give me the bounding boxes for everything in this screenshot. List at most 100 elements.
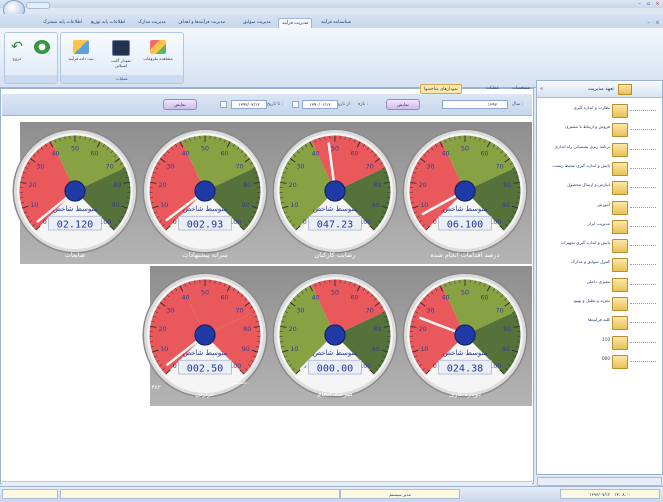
minimize-icon[interactable]: – (635, 1, 644, 7)
show-button-2[interactable]: نمایش (163, 99, 197, 110)
year-input[interactable]: ۱۳۹۳ (442, 100, 508, 109)
gauge-hub (324, 180, 346, 202)
tree-item[interactable]: برنامه ریزی پشتیبانی راه اندازی (540, 141, 658, 159)
gauge-tick-label: 50 (331, 290, 339, 297)
folder-icon (612, 219, 628, 234)
tab-process-id[interactable]: شناسنامه فرآیند (318, 18, 354, 28)
tab-shared-data[interactable]: اطلاعات پایه مشترک (40, 18, 85, 28)
tree-horizontal-scrollbar[interactable] (537, 477, 662, 486)
tree-item[interactable]: آموزش (540, 199, 658, 217)
gauge-tick-label: 10 (420, 202, 428, 209)
summary-button[interactable]: مشاهده ملزومات (143, 38, 173, 72)
tab-records[interactable]: مدیریت سوابق (240, 18, 274, 28)
quick-access-toolbar[interactable] (26, 2, 50, 9)
gauge-tick-label: 0 (173, 363, 177, 370)
folder-icon (612, 277, 628, 292)
gauge-tick-label: 80 (503, 326, 511, 333)
gauge-tick-label: 50 (461, 290, 469, 297)
tab-goals[interactable]: مدیریت فرآیندها و اهداف (175, 18, 228, 28)
tree-connector (630, 245, 656, 247)
ribbon-minimize-icon[interactable]: – (644, 20, 653, 26)
folder-icon (612, 335, 628, 350)
status-box (60, 489, 340, 499)
status-user: مدیر سیستم (340, 489, 460, 499)
gauge-tick-label: 20 (159, 182, 167, 189)
ribbon-close-icon[interactable]: × (653, 20, 662, 26)
gauge-tick-label: 50 (331, 146, 339, 153)
folder-icon (612, 104, 628, 118)
gauge-tick-label: 80 (113, 182, 121, 189)
tree-item[interactable]: کلیه فرآیندها (540, 314, 658, 332)
summary-label: مشاهده ملزومات (143, 56, 173, 61)
tree-item[interactable]: پایش و اندازه گیری تجهیزات (540, 237, 658, 255)
tree-item[interactable]: مدیریت ابزار (540, 218, 658, 236)
gauge-tick-label: 0 (43, 219, 47, 226)
gauge-title: ضایعات (64, 251, 86, 259)
gauge-tick-label: 90 (372, 202, 380, 209)
gauge-tick-label: 50 (201, 290, 209, 297)
gauge-title: دوباره کاری (449, 390, 481, 398)
refresh-button[interactable] (30, 38, 54, 72)
from-date-label: از تاریخ : (336, 102, 353, 107)
calendar-icon[interactable] (292, 101, 299, 108)
title-bar (0, 0, 663, 8)
tab-process-management[interactable]: مدیریت فرآیند (278, 18, 313, 28)
folder-icon (618, 84, 632, 95)
tree-item[interactable]: فروش و ارتباط با مشتری (540, 121, 658, 139)
gauge-tick-label: 40 (442, 150, 450, 157)
restore-icon[interactable]: ▫ (644, 1, 653, 7)
tab-documents[interactable]: مدیریت مدارک (135, 18, 169, 28)
tree-item[interactable]: 110 (540, 334, 658, 352)
tree-connector (630, 283, 656, 285)
calendar-icon[interactable] (220, 101, 227, 108)
show-button[interactable]: نمایش (386, 99, 420, 110)
folder-icon (612, 354, 628, 369)
exit-button[interactable]: ↶ خروج (5, 38, 29, 72)
folder-icon (612, 258, 628, 273)
gauge-tick-label: 20 (29, 182, 37, 189)
gauge-hub (454, 324, 476, 346)
gauge-tick-label: 0 (173, 219, 177, 226)
tree-item[interactable]: انبارش و ارسال محصول (540, 179, 658, 197)
gauge-tick-label: 30 (426, 307, 434, 314)
tree-header[interactable]: تعهد مدیریت « (537, 82, 662, 98)
period-label: بازه : (358, 102, 369, 107)
folder-icon (612, 142, 628, 157)
tree-item-label: 000 (602, 355, 610, 361)
tab-specs[interactable]: مشخصات (509, 84, 533, 94)
tab-distribution[interactable]: اطلاعات پایه توزیع (88, 18, 128, 28)
gauge-tick-label: 30 (36, 163, 44, 170)
tab-operations[interactable]: عملیات (483, 84, 502, 94)
gauge-tick-label: 40 (442, 294, 450, 301)
tree-item[interactable]: 000 (540, 353, 658, 371)
tree-item-label: پایش و اندازه گیری محیط زیست (552, 162, 610, 168)
gauge-caption: متوسط شاخص (183, 349, 228, 357)
tree-item[interactable]: تجزیه و تحلیل و بهبود (540, 295, 658, 313)
close-icon[interactable]: × (653, 1, 662, 7)
tree-connector (630, 148, 656, 150)
tree-connector (630, 225, 656, 227)
gauge-caption: متوسط شاخص (443, 349, 488, 357)
gauge-tick-label: 10 (290, 202, 298, 209)
gauge-tick-label: 60 (350, 150, 358, 157)
tree-item-label: پایش و اندازه گیری تجهیزات (560, 240, 610, 246)
gauge-tick-label: 40 (312, 150, 320, 157)
tree-item[interactable]: ممیزی داخلی (540, 276, 658, 294)
folder-icon (612, 297, 628, 311)
group-label: عملیات (61, 75, 183, 83)
tab-indicator-charts[interactable]: نمودارهای شاخصها (420, 84, 462, 94)
collapse-icon[interactable]: « (540, 86, 543, 92)
from-date-input[interactable]: ۱۳۹۰/۰۱/۱۲ (302, 100, 338, 109)
tree-connector (630, 360, 656, 362)
to-date-input[interactable]: ۱۳۹۳/۰۷/۱۲ (231, 100, 267, 109)
tree-item[interactable]: نظارت و اندازه گیری (540, 102, 658, 120)
gauge-tick-label: 70 (496, 307, 504, 314)
tree-connector (630, 341, 656, 343)
chart-button[interactable]: نمودار گانت اسپلاین (106, 38, 136, 72)
gauge-tick-label: 10 (290, 346, 298, 353)
tree-item[interactable]: کنترل سوابق و مدارک (540, 256, 658, 274)
gauge-hub (64, 180, 86, 202)
entry-button[interactable]: ثبت داده فرآیند (66, 38, 96, 72)
tree-item-label: فروش و ارتباط با مشتری (565, 124, 610, 130)
tree-item[interactable]: پایش و اندازه گیری محیط زیست (540, 160, 658, 178)
